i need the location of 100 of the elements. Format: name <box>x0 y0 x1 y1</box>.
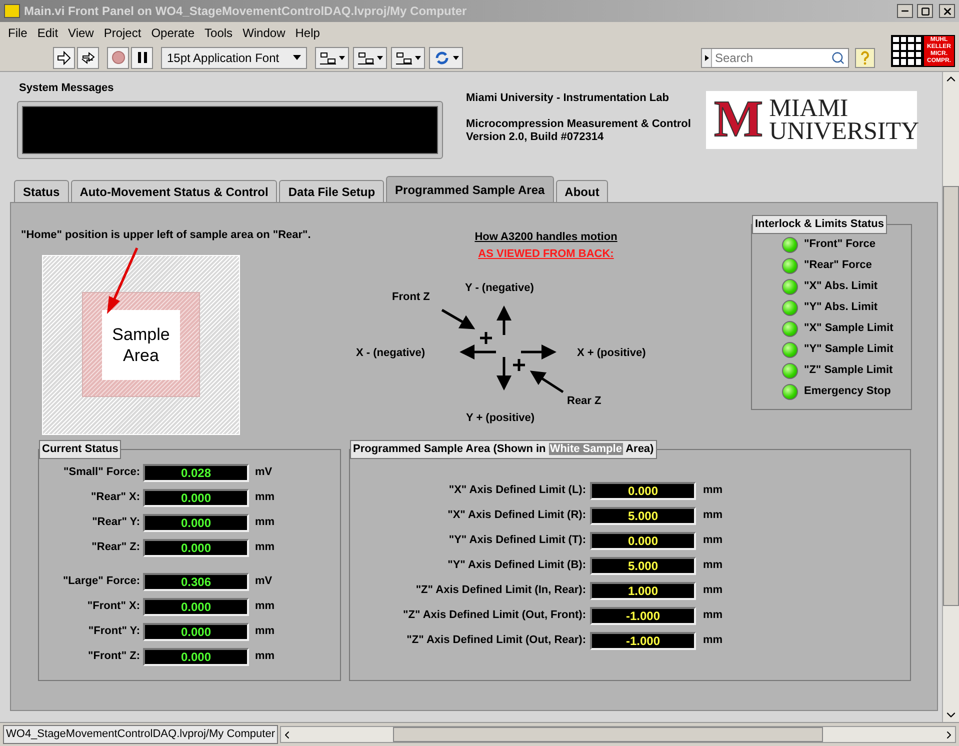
field-label: "Rear" Z: <box>90 540 141 556</box>
menu-item[interactable]: View <box>64 24 98 42</box>
motion-title: How A3200 handles motion <box>474 230 618 245</box>
field-label: "Z" Axis Defined Limit (Out, Rear): <box>406 633 587 648</box>
numeric-display: 0.028 <box>143 464 249 482</box>
numeric-display: 1.000 <box>590 582 696 600</box>
tab[interactable]: Data File Setup <box>279 180 384 202</box>
system-messages-label: System Messages <box>19 81 115 96</box>
numeric-display: 0.000 <box>143 538 249 556</box>
unit-label: mm <box>255 490 275 506</box>
sample-area-label: Sample Area <box>111 324 171 366</box>
search-box[interactable]: Search <box>701 48 849 68</box>
numeric-display: 0.000 <box>590 532 696 550</box>
group-title: Current Status <box>39 440 122 458</box>
reorder-dropdown[interactable] <box>429 46 463 68</box>
field-label: "Front" X: <box>86 599 141 614</box>
menu-item[interactable]: Project <box>100 24 146 42</box>
unit-label: mm <box>703 483 723 498</box>
axis-label: X - (negative) <box>356 346 426 361</box>
scroll-thumb[interactable] <box>943 186 959 606</box>
unit-label: mm <box>255 649 275 664</box>
search-icon <box>831 50 845 64</box>
resize-objects-dropdown[interactable] <box>391 46 425 68</box>
field-label: "Large" Force: <box>62 574 141 590</box>
menu-item[interactable]: Window <box>238 24 290 42</box>
indicator-label: "Rear" Force <box>804 258 872 274</box>
vertical-scrollbar[interactable] <box>942 72 959 722</box>
menu-item[interactable]: Edit <box>33 24 62 42</box>
caret-icon <box>453 56 459 60</box>
status-bar-text: WO4_StageMovementControlDAQ.lvproj/My Computer <box>3 725 278 744</box>
lab-title: Miami University - Instrumentation Lab <box>466 92 670 105</box>
align-icon <box>357 50 375 64</box>
scroll-thumb[interactable] <box>392 727 823 742</box>
indicator-label: "X" Abs. Limit <box>804 279 878 294</box>
axis-label: Y + (positive) <box>466 411 535 426</box>
unit-label: mm <box>255 624 275 640</box>
group-title: Interlock & Limits Status <box>752 215 887 234</box>
menu-item[interactable]: Operate <box>147 24 199 42</box>
version-text: Version 2.0, Build #072314 <box>466 131 605 144</box>
run-arrow-button[interactable] <box>53 46 75 68</box>
menu-item[interactable]: Help <box>291 24 324 42</box>
axis-label: Y - (negative) <box>465 281 534 296</box>
numeric-display: 0.306 <box>143 572 249 590</box>
field-label: "Y" Axis Defined Limit (B): <box>446 558 587 574</box>
unit-label: mm <box>703 508 723 524</box>
menu-item[interactable]: File <box>4 24 32 42</box>
maximize-button[interactable] <box>917 4 933 18</box>
menu-item[interactable]: Tools <box>200 24 237 42</box>
numeric-display: -1.000 <box>590 606 696 624</box>
horizontal-scrollbar[interactable] <box>280 726 956 743</box>
field-label: "Front" Z: <box>87 649 141 664</box>
align-icon <box>395 50 413 64</box>
indicator-label: "X" Sample Limit <box>804 321 894 336</box>
caret-icon <box>339 56 345 60</box>
search-field[interactable]: Search <box>712 48 831 66</box>
home-note: "Home" position is upper left of sample area on "Rear". <box>21 228 312 243</box>
tab[interactable]: Programmed Sample Area <box>386 176 554 202</box>
unit-label: mm <box>255 515 275 530</box>
indicator-label: "Front" Force <box>804 237 876 252</box>
font-dropdown[interactable]: 15pt Application Font <box>161 46 307 68</box>
field-label: "X" Axis Defined Limit (L): <box>448 483 587 498</box>
axis-label: Front Z <box>392 290 430 305</box>
loop-arrows-icon <box>81 50 95 64</box>
unit-label: mm <box>703 583 723 598</box>
unit-label: mV <box>255 465 272 480</box>
unit-label: mm <box>255 599 275 614</box>
close-button[interactable] <box>939 4 955 18</box>
pointer-arrow <box>104 246 140 316</box>
window-title: Main.vi Front Panel on WO4_StageMovementControlDAQ.lvproj/My Computer <box>24 3 468 20</box>
search-scope-icon[interactable] <box>702 48 712 66</box>
numeric-display: 0.000 <box>143 514 249 532</box>
unit-label: mm <box>703 533 723 548</box>
tab[interactable]: Status <box>14 180 69 202</box>
indicator-label: Emergency Stop <box>804 384 891 400</box>
stop-icon <box>112 51 124 64</box>
caret-icon <box>415 56 421 60</box>
field-label: "Rear" Y: <box>91 515 141 530</box>
minimize-button[interactable] <box>897 4 913 18</box>
numeric-display: 0.000 <box>590 482 696 500</box>
field-label: "Z" Axis Defined Limit (In, Rear): <box>414 583 587 598</box>
tab[interactable]: Auto-Movement Status & Control <box>70 180 278 202</box>
close-icon <box>942 6 952 16</box>
group-title: Programmed Sample Area (Shown in White Sample Area) <box>350 440 657 458</box>
tab[interactable]: About <box>556 180 608 202</box>
numeric-display: -1.000 <box>590 632 696 650</box>
maximize-icon <box>920 6 930 16</box>
indicator-label: "Y" Abs. Limit <box>804 300 878 316</box>
align-objects-dropdown[interactable] <box>315 46 349 68</box>
pause-button[interactable] <box>131 46 153 68</box>
pause-icon <box>138 52 146 63</box>
unit-label: mm <box>703 608 723 624</box>
distribute-objects-dropdown[interactable] <box>353 46 387 68</box>
field-label: "Small" Force: <box>62 465 141 480</box>
unit-label: mm <box>703 558 723 574</box>
numeric-display: 0.000 <box>143 648 249 666</box>
run-continuously-button[interactable] <box>77 46 99 68</box>
motion-subtitle: AS VIEWED FROM BACK: <box>478 246 614 262</box>
help-button[interactable] <box>855 48 875 68</box>
numeric-display: 0.000 <box>143 622 249 640</box>
field-label: "X" Axis Defined Limit (R): <box>446 508 587 524</box>
